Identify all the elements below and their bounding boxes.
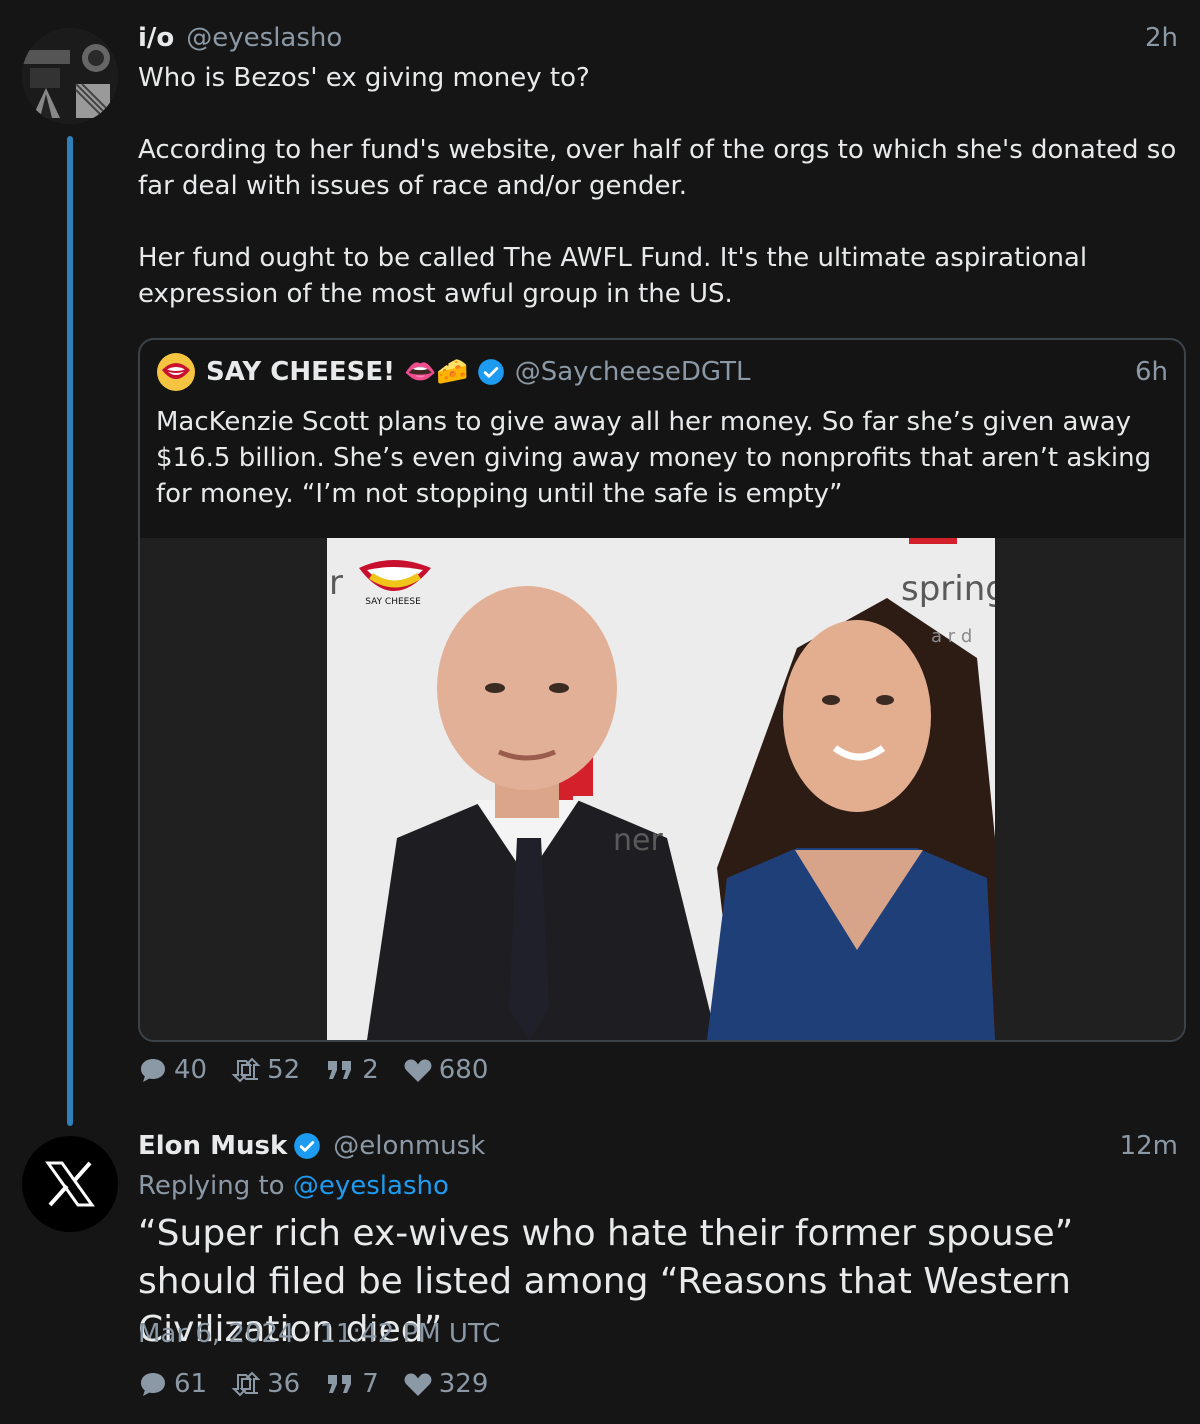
x-logo-icon bbox=[45, 1161, 95, 1207]
reply-count-value: 40 bbox=[174, 1055, 208, 1085]
photo-text-spring: spring bbox=[901, 569, 995, 609]
quote-count[interactable]: 2 bbox=[324, 1055, 379, 1085]
quote-photo[interactable]: SAY CHEESE r spring a r d ner bbox=[327, 538, 995, 1040]
reply-author-name[interactable]: Elon Musk bbox=[138, 1131, 287, 1161]
retweet-count[interactable]: 36 bbox=[231, 1369, 300, 1399]
photo-text-ner: ner bbox=[613, 823, 663, 858]
retweet-count-value: 36 bbox=[267, 1369, 301, 1399]
photo-text-ard: a r d bbox=[931, 626, 972, 647]
reply-stats: 61 36 7 329 bbox=[138, 1366, 512, 1402]
reply-time[interactable]: 12m bbox=[1120, 1128, 1178, 1164]
retweet-icon bbox=[231, 1371, 267, 1397]
like-count[interactable]: 329 bbox=[403, 1369, 489, 1399]
author-handle[interactable]: @eyeslasho bbox=[186, 23, 342, 53]
quote-header: SAY CHEESE! 👄🧀 @SaycheeseDGTL bbox=[156, 352, 751, 392]
verified-icon bbox=[477, 358, 505, 386]
quote-author-handle[interactable]: @SaycheeseDGTL bbox=[515, 357, 751, 387]
reply-author-handle[interactable]: @elonmusk bbox=[333, 1131, 485, 1161]
reply-timestamp[interactable]: Mar 6, 2024 · 11:42 PM UTC bbox=[138, 1316, 500, 1352]
quote-author-name[interactable]: SAY CHEESE! 👄🧀 bbox=[206, 357, 469, 387]
heart-icon bbox=[403, 1057, 439, 1083]
tweet-body: Who is Bezos' ex giving money to? Accord… bbox=[138, 63, 1177, 309]
heart-icon bbox=[403, 1371, 439, 1397]
retweet-count-value: 52 bbox=[267, 1055, 301, 1085]
elon-avatar[interactable] bbox=[22, 1136, 118, 1232]
like-count-value: 329 bbox=[438, 1369, 489, 1399]
quote-time[interactable]: 6h bbox=[1135, 354, 1168, 390]
tweet-stats: 40 52 2 680 bbox=[138, 1052, 512, 1088]
reply-header: Elon Musk @elonmusk bbox=[138, 1128, 485, 1164]
reply-count-value: 61 bbox=[174, 1369, 208, 1399]
retweet-count[interactable]: 52 bbox=[231, 1055, 300, 1085]
retweet-icon bbox=[231, 1057, 267, 1083]
photo-watermark: SAY CHEESE bbox=[365, 597, 421, 607]
photo-text-left: r bbox=[329, 563, 343, 603]
reply-icon bbox=[138, 1370, 174, 1398]
verified-icon bbox=[293, 1132, 321, 1160]
quote-icon bbox=[324, 1058, 362, 1082]
quote-avatar bbox=[156, 352, 196, 392]
thread-line bbox=[67, 136, 73, 1126]
quote-icon bbox=[324, 1372, 362, 1396]
quoted-tweet[interactable]: SAY CHEESE! 👄🧀 @SaycheeseDGTL 6h MacKenz… bbox=[138, 338, 1186, 1042]
user-avatar[interactable] bbox=[22, 28, 118, 124]
reply-icon bbox=[138, 1056, 174, 1084]
like-count[interactable]: 680 bbox=[403, 1055, 489, 1085]
quote-count-value: 7 bbox=[362, 1369, 379, 1399]
author-name[interactable]: i/o bbox=[138, 23, 174, 53]
quote-count-value: 2 bbox=[362, 1055, 379, 1085]
tweet-time[interactable]: 2h bbox=[1145, 20, 1178, 56]
reply-count[interactable]: 61 bbox=[138, 1369, 207, 1399]
like-count-value: 680 bbox=[438, 1055, 489, 1085]
tweet-header: i/o @eyeslasho bbox=[138, 20, 342, 56]
replying-to: Replying to @eyeslasho bbox=[138, 1168, 449, 1204]
replying-to-handle[interactable]: @eyeslasho bbox=[293, 1171, 449, 1201]
quote-count[interactable]: 7 bbox=[324, 1369, 379, 1399]
quote-body: MacKenzie Scott plans to give away all h… bbox=[156, 407, 1160, 509]
replying-to-prefix: Replying to bbox=[138, 1171, 285, 1201]
reply-count[interactable]: 40 bbox=[138, 1055, 207, 1085]
